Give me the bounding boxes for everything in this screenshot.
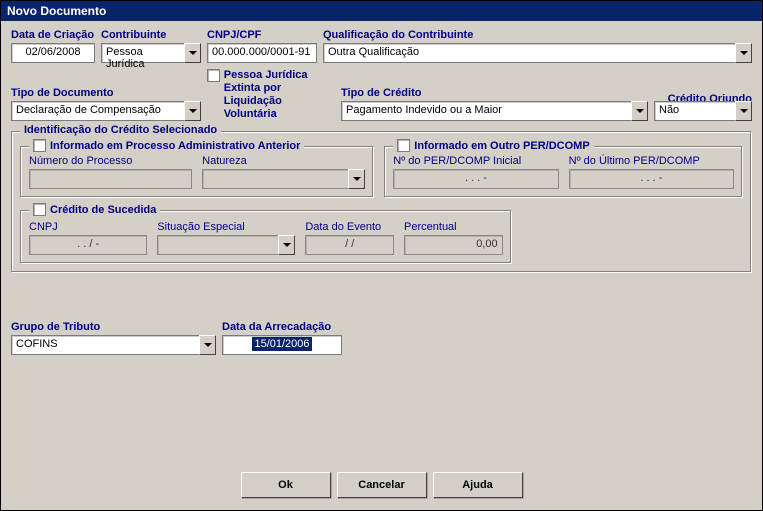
chevron-down-icon[interactable]	[631, 101, 648, 121]
grupo-tributo-label: Grupo de Tributo	[11, 321, 216, 333]
pj-extinta-l3: Liquidação Voluntária	[224, 95, 282, 120]
sucedida-percentual-label: Percentual	[404, 221, 503, 233]
data-arrecad-input[interactable]: 15/01/2006	[222, 335, 342, 355]
sucedida-group: Crédito de Sucedida CNPJ . . / - Situaçã…	[20, 210, 512, 264]
qualificacao-label: Qualificação do Contribuinte	[323, 29, 752, 41]
pj-extinta-label: Pessoa Jurídica Extinta por Liquidação V…	[224, 69, 335, 121]
qualificacao-value: Outra Qualificação	[323, 43, 735, 63]
row-basic: Data de Criação 02/06/2008 Contribuinte …	[11, 29, 752, 63]
per-inicial-input: . . . -	[393, 169, 558, 189]
sucedida-situacao-label: Situação Especial	[157, 221, 295, 233]
grupo-tributo-select[interactable]: COFINS	[11, 335, 216, 355]
ident-inner-row: Informado em Processo Administrativo Ant…	[20, 142, 743, 198]
sucedida-legend-text: Crédito de Sucedida	[50, 204, 156, 216]
data-criacao-label: Data de Criação	[11, 29, 95, 41]
natureza-label: Natureza	[202, 155, 365, 167]
proc-anterior-legend-text: Informado em Processo Administrativo Ant…	[50, 140, 300, 152]
row-bottom: Grupo de Tributo COFINS Data da Arrecada…	[11, 321, 752, 355]
data-arrecad-value: 15/01/2006	[252, 337, 311, 351]
outro-per-legend: Informado em Outro PER/DCOMP	[393, 139, 593, 152]
cancel-button[interactable]: Cancelar	[337, 472, 427, 498]
sucedida-cnpj-label: CNPJ	[29, 221, 147, 233]
per-inicial-label: Nº do PER/DCOMP Inicial	[393, 155, 558, 167]
window: Novo Documento Data de Criação 02/06/200…	[0, 0, 763, 511]
natureza-select	[202, 169, 365, 189]
tipo-doc-value: Declaração de Compensação	[11, 101, 184, 121]
data-arrecad-label: Data da Arrecadação	[222, 321, 342, 333]
cnpj-label: CNPJ/CPF	[207, 29, 317, 41]
contribuinte-select[interactable]: Pessoa Jurídica	[101, 43, 201, 63]
per-ultimo-input: . . . -	[569, 169, 734, 189]
sucedida-checkbox[interactable]	[33, 203, 46, 216]
chevron-down-icon[interactable]	[184, 43, 201, 63]
pj-extinta-checkbox[interactable]	[207, 69, 220, 82]
tipo-credito-value: Pagamento Indevido ou a Maior	[341, 101, 631, 121]
data-criacao-input[interactable]: 02/06/2008	[11, 43, 95, 63]
sucedida-situacao-select	[157, 235, 295, 255]
tipo-credito-label: Tipo de Crédito	[341, 87, 648, 99]
qualificacao-select[interactable]: Outra Qualificação	[323, 43, 752, 63]
sucedida-legend: Crédito de Sucedida	[29, 203, 160, 216]
form-content: Data de Criação 02/06/2008 Contribuinte …	[1, 21, 762, 369]
credito-oriundo-value: Não	[654, 101, 735, 121]
chevron-down-icon[interactable]	[735, 101, 752, 121]
chevron-down-icon	[278, 235, 295, 255]
help-button[interactable]: Ajuda	[433, 472, 523, 498]
natureza-value	[202, 169, 348, 189]
outro-per-legend-text: Informado em Outro PER/DCOMP	[414, 140, 589, 152]
sucedida-cnpj-input: . . / -	[29, 235, 147, 255]
chevron-down-icon	[348, 169, 365, 189]
grupo-tributo-value: COFINS	[11, 335, 199, 355]
chevron-down-icon[interactable]	[184, 101, 201, 121]
contribuinte-label: Contribuinte	[101, 29, 201, 41]
proc-anterior-legend: Informado em Processo Administrativo Ant…	[29, 139, 304, 152]
tipo-doc-label: Tipo de Documento	[11, 87, 201, 99]
sucedida-percentual-input: 0,00	[404, 235, 503, 255]
credito-oriundo-select[interactable]: Não	[654, 101, 752, 121]
ok-button[interactable]: Ok	[241, 472, 331, 498]
proc-anterior-checkbox[interactable]	[33, 139, 46, 152]
chevron-down-icon[interactable]	[735, 43, 752, 63]
processo-anterior-group: Informado em Processo Administrativo Ant…	[20, 146, 374, 198]
cnpj-input[interactable]: 00.000.000/0001-91	[207, 43, 317, 63]
sucedida-situacao-value	[157, 235, 278, 255]
outro-per-group: Informado em Outro PER/DCOMP Nº do PER/D…	[384, 146, 743, 198]
outro-per-checkbox[interactable]	[397, 139, 410, 152]
pj-extinta-l2: Extinta por	[224, 82, 281, 94]
contribuinte-value: Pessoa Jurídica	[101, 43, 184, 63]
chevron-down-icon[interactable]	[199, 335, 216, 355]
numero-processo-input	[29, 169, 192, 189]
tipo-doc-select[interactable]: Declaração de Compensação	[11, 101, 201, 121]
window-title: Novo Documento	[1, 1, 762, 21]
ident-legend: Identificação do Crédito Selecionado	[20, 124, 221, 136]
sucedida-data-evento-label: Data do Evento	[305, 221, 394, 233]
button-bar: Ok Cancelar Ajuda	[1, 472, 762, 498]
row-tipo: Tipo de Documento Declaração de Compensa…	[11, 69, 752, 121]
sucedida-data-evento-input: / /	[305, 235, 394, 255]
pj-extinta-l1: Pessoa Jurídica	[224, 69, 308, 81]
per-ultimo-label: Nº do Último PER/DCOMP	[569, 155, 734, 167]
ident-group: Identificação do Crédito Selecionado Inf…	[11, 131, 752, 273]
numero-processo-label: Número do Processo	[29, 155, 192, 167]
tipo-credito-select[interactable]: Pagamento Indevido ou a Maior	[341, 101, 648, 121]
